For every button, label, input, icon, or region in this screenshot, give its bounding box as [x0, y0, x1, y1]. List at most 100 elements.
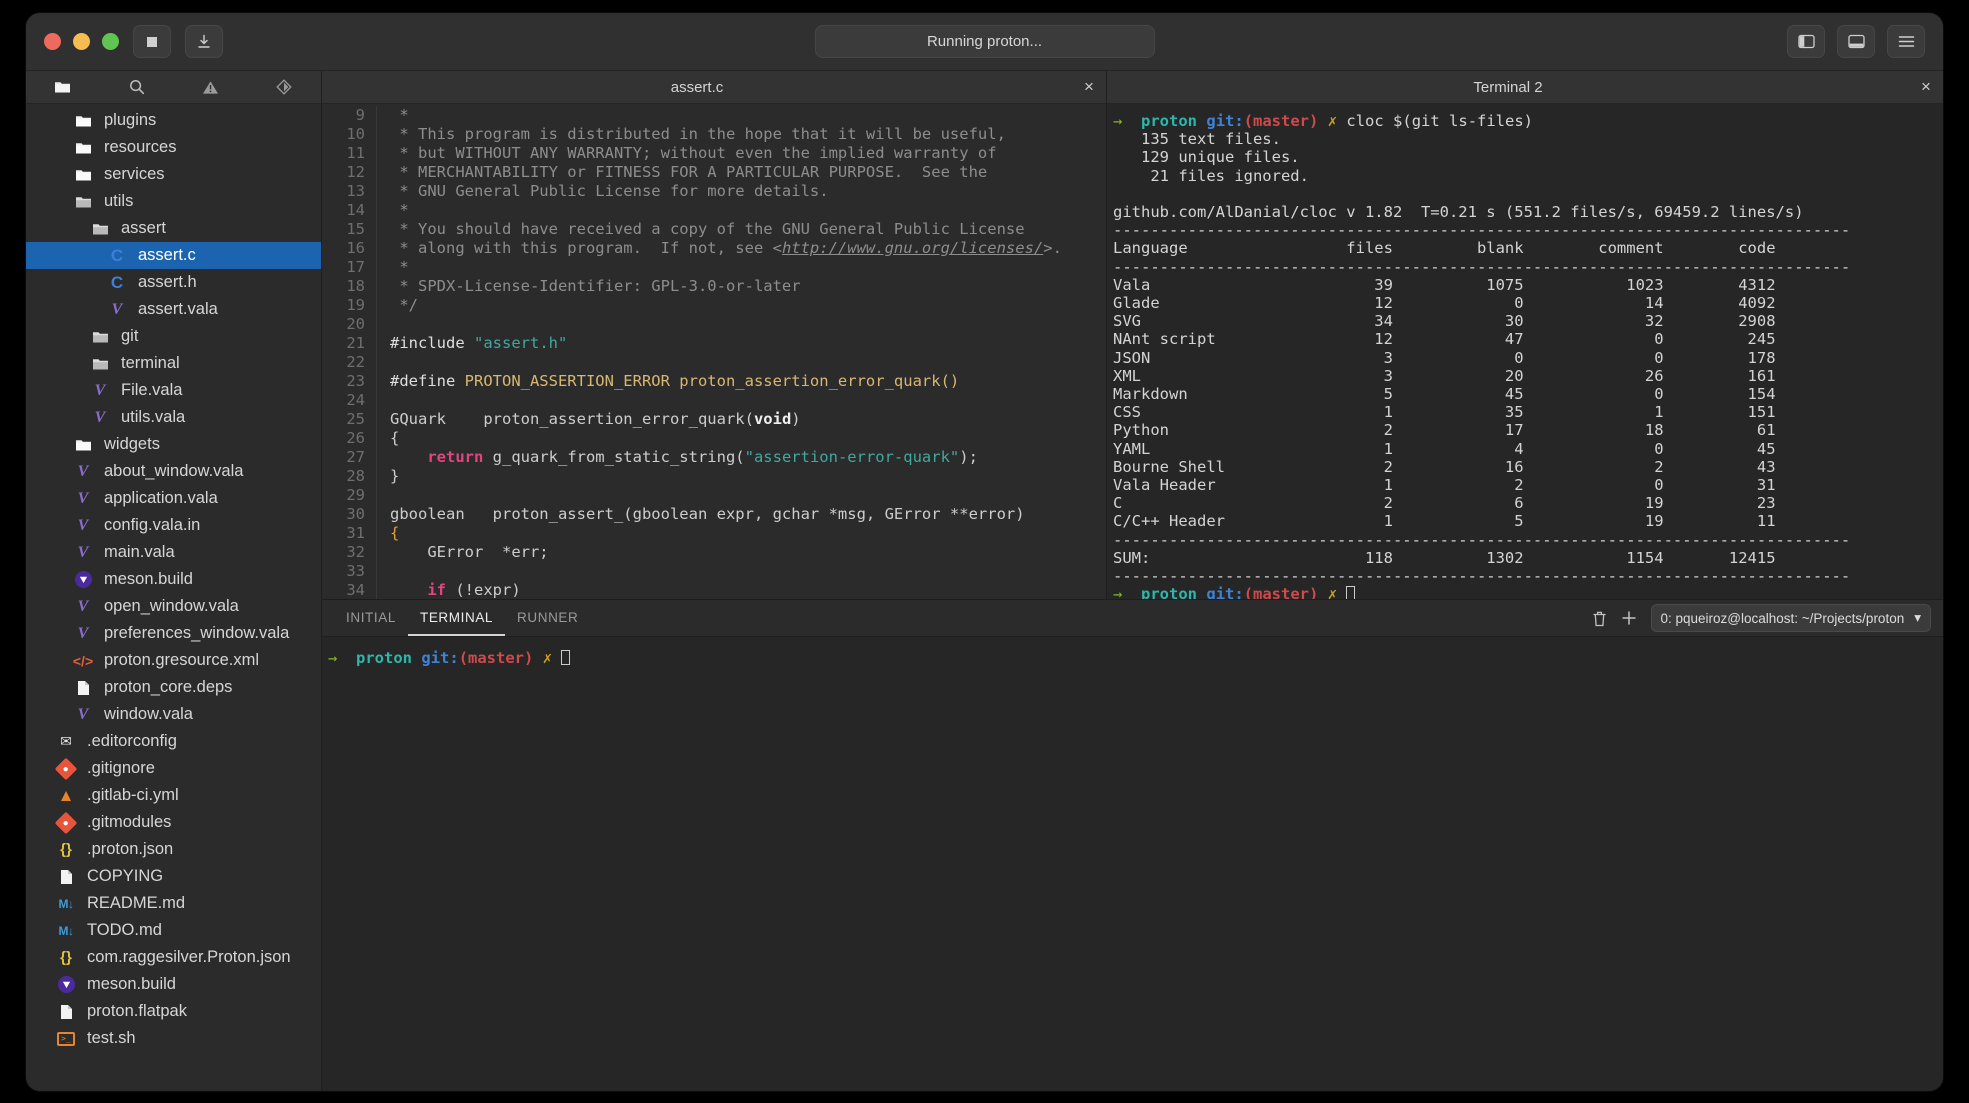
terminal-command: cloc $(git ls-files) — [1346, 112, 1534, 130]
code-line[interactable]: 14 * — [322, 201, 1106, 220]
file-tree-item[interactable]: Cassert.c — [26, 242, 321, 269]
file-tree-item[interactable]: Vapplication.vala — [26, 485, 321, 512]
bottom-panel-tab-initial[interactable]: INITIAL — [334, 600, 408, 636]
file-tree-item[interactable]: assert — [26, 215, 321, 242]
stop-button[interactable] — [133, 25, 171, 58]
file-tree-item[interactable]: git — [26, 323, 321, 350]
code-line[interactable]: 30 gboolean proton_assert_(gboolean expr,… — [322, 505, 1106, 524]
terminal-session-select[interactable]: 0: pqueiroz@localhost: ~/Projects/proton… — [1650, 604, 1931, 632]
close-window-button[interactable] — [44, 33, 61, 50]
bottom-panel-tab-runner[interactable]: RUNNER — [505, 600, 590, 636]
download-button[interactable] — [185, 25, 223, 58]
line-number: 24 — [322, 391, 377, 410]
file-tree-item[interactable]: ● .gitignore — [26, 755, 321, 782]
file-tree-item-label: proton.flatpak — [87, 1002, 187, 1020]
file-tree-item[interactable]: meson.build — [26, 566, 321, 593]
file-tree-item[interactable]: Vabout_window.vala — [26, 458, 321, 485]
main-menu-button[interactable] — [1887, 25, 1925, 58]
editor-tab-assert-c[interactable]: assert.c — [322, 79, 1072, 96]
file-tree-item[interactable]: Vconfig.vala.in — [26, 512, 321, 539]
code-line[interactable]: 26 { — [322, 429, 1106, 448]
status-title[interactable]: Running proton... — [814, 25, 1155, 58]
code-line-text: if (!expr) — [427, 581, 521, 599]
bottom-panel-tab-terminal[interactable]: TERMINAL — [407, 600, 506, 636]
code-line[interactable]: 22 — [322, 353, 1106, 372]
file-tree-item[interactable]: Vpreferences_window.vala — [26, 620, 321, 647]
file-tree-item[interactable]: proton_core.deps — [26, 674, 321, 701]
close-tab-button[interactable]: × — [1072, 77, 1106, 97]
file-tree-item[interactable]: >_ test.sh — [26, 1025, 321, 1052]
code-line[interactable]: 18 * SPDX-License-Identifier: GPL-3.0-or… — [322, 277, 1106, 296]
side-terminal-output[interactable]: → proton git:(master) ✗ cloc $(git ls-fi… — [1107, 104, 1943, 599]
file-tree-item[interactable]: services — [26, 161, 321, 188]
minimize-window-button[interactable] — [73, 33, 90, 50]
code-line[interactable]: 31 { — [322, 524, 1106, 543]
sidebar-tab-search[interactable] — [100, 71, 174, 103]
code-line[interactable]: 28} — [322, 467, 1106, 486]
file-tree-item[interactable]: Vopen_window.vala — [26, 593, 321, 620]
toggle-left-panel-button[interactable] — [1787, 25, 1825, 58]
file-tree-item[interactable]: COPYING — [26, 863, 321, 890]
code-line[interactable]: 34 if (!expr) — [322, 581, 1106, 599]
code-line[interactable]: 12 * MERCHANTABILITY or FITNESS FOR A PA… — [322, 163, 1106, 182]
new-terminal-button[interactable] — [1621, 610, 1637, 626]
code-line[interactable]: 33 — [322, 562, 1106, 581]
file-tree-item[interactable]: ▲ .gitlab-ci.yml — [26, 782, 321, 809]
file-tree-item[interactable]: plugins — [26, 107, 321, 134]
code-line[interactable]: 16 * along with this program. If not, se… — [322, 239, 1106, 258]
file-tree-item[interactable]: {} com.raggesilver.Proton.json — [26, 944, 321, 971]
terminal-line: 21 files ignored. — [1113, 166, 1309, 185]
file-tree-item[interactable]: proton.flatpak — [26, 998, 321, 1025]
code-editor[interactable]: 9 * 10 * This program is distributed in t… — [322, 104, 1106, 599]
close-side-terminal-button[interactable]: × — [1909, 77, 1943, 97]
sidebar-tab-git[interactable] — [247, 71, 321, 103]
cloc-row: YAML 1 4 0 45 — [1113, 439, 1776, 458]
code-line[interactable]: 24 — [322, 391, 1106, 410]
file-tree[interactable]: plugins resources services utils assert C… — [26, 104, 321, 1091]
file-tree-item[interactable]: Vassert.vala — [26, 296, 321, 323]
file-tree-item[interactable]: ✉ .editorconfig — [26, 728, 321, 755]
code-line[interactable]: 17 * — [322, 258, 1106, 277]
file-tree-item[interactable]: utils — [26, 188, 321, 215]
code-line[interactable]: 11 * but WITHOUT ANY WARRANTY; without e… — [322, 144, 1106, 163]
file-tree-item[interactable]: Vmain.vala — [26, 539, 321, 566]
code-line[interactable]: 27 return g_quark_from_static_string("as… — [322, 448, 1106, 467]
maximize-window-button[interactable] — [102, 33, 119, 50]
code-line[interactable]: 13 * GNU General Public License for more… — [322, 182, 1106, 201]
file-tree-item-label: preferences_window.vala — [104, 624, 290, 642]
file-tree-item[interactable]: meson.build — [26, 971, 321, 998]
file-tree-item[interactable]: ● .gitmodules — [26, 809, 321, 836]
code-line[interactable]: 32 GError *err; — [322, 543, 1106, 562]
file-tree-item[interactable]: {} .proton.json — [26, 836, 321, 863]
vala-file-icon: V — [77, 543, 89, 561]
code-line[interactable]: 19 */ — [322, 296, 1106, 315]
prompt-git: git: — [1206, 585, 1244, 599]
file-tree-item[interactable]: Cassert.h — [26, 269, 321, 296]
file-tree-item[interactable]: widgets — [26, 431, 321, 458]
folder-icon — [75, 115, 91, 126]
code-line[interactable]: 10 * This program is distributed in the … — [322, 125, 1106, 144]
file-tree-item-label: utils.vala — [121, 408, 186, 426]
code-line[interactable]: 29 — [322, 486, 1106, 505]
sidebar-tab-problems[interactable] — [174, 71, 248, 103]
code-line[interactable]: 9 * — [322, 106, 1106, 125]
code-line[interactable]: 15 * You should have received a copy of … — [322, 220, 1106, 239]
file-tree-item[interactable]: Vutils.vala — [26, 404, 321, 431]
sidebar-tab-files[interactable] — [26, 71, 100, 103]
toggle-bottom-panel-button[interactable] — [1837, 25, 1875, 58]
file-tree-item[interactable]: </> proton.gresource.xml — [26, 647, 321, 674]
code-line[interactable]: 23 #define PROTON_ASSERTION_ERROR proton_… — [322, 372, 1106, 391]
delete-terminal-button[interactable] — [1592, 610, 1607, 627]
file-tree-item-label: application.vala — [104, 489, 218, 507]
line-number: 9 — [322, 106, 377, 125]
code-line[interactable]: 25 GQuark proton_assertion_error_quark(vo… — [322, 410, 1106, 429]
code-line[interactable]: 20 — [322, 315, 1106, 334]
file-tree-item[interactable]: Vwindow.vala — [26, 701, 321, 728]
bottom-terminal-output[interactable]: → proton git:(master) ✗ — [322, 637, 1943, 1091]
file-tree-item[interactable]: M↓ TODO.md — [26, 917, 321, 944]
file-tree-item[interactable]: M↓ README.md — [26, 890, 321, 917]
file-tree-item[interactable]: V File.vala — [26, 377, 321, 404]
file-tree-item[interactable]: terminal — [26, 350, 321, 377]
code-line[interactable]: 21 #include "assert.h" — [322, 334, 1106, 353]
file-tree-item[interactable]: resources — [26, 134, 321, 161]
